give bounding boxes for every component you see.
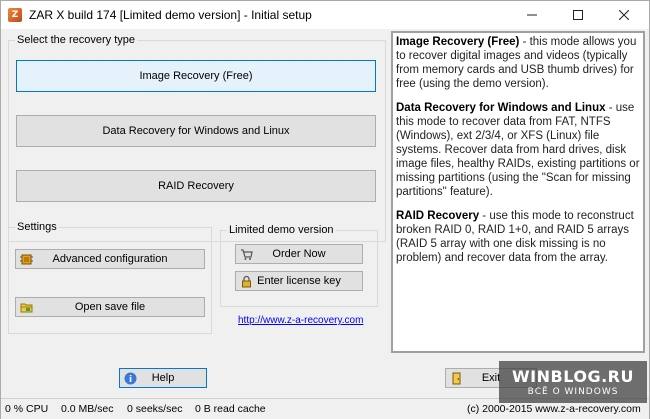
enter-license-key-button[interactable]: Enter license key <box>235 271 363 291</box>
minimize-button[interactable] <box>509 1 555 29</box>
help-icon: i <box>124 372 137 385</box>
left-panel: Select the recovery type Image Recovery … <box>8 34 386 354</box>
watermark-subtitle: ВСЁ О WINDOWS <box>527 387 619 397</box>
window-title: ZAR X build 174 [Limited demo version] -… <box>29 8 312 22</box>
image-recovery-description: Image Recovery (Free) - this mode allows… <box>396 35 640 91</box>
read-cache-status: 0 B read cache <box>195 403 266 415</box>
close-button[interactable] <box>601 1 647 29</box>
help-button[interactable]: i Help <box>119 368 207 388</box>
order-now-label: Order Now <box>272 248 326 260</box>
raid-recovery-button[interactable]: RAID Recovery <box>16 170 376 202</box>
cpu-status: 0 % CPU <box>5 403 49 415</box>
lock-icon <box>242 275 251 288</box>
maximize-button[interactable] <box>555 1 601 29</box>
minimize-icon <box>527 14 537 16</box>
chip-icon <box>20 254 33 265</box>
speed-status: 0.0 MB/sec <box>61 403 114 415</box>
maximize-icon <box>573 10 583 20</box>
close-icon <box>619 10 629 20</box>
settings-label: Settings <box>15 221 59 233</box>
image-recovery-desc-title: Image Recovery (Free) <box>396 36 520 48</box>
app-icon: Z <box>8 8 22 22</box>
open-save-file-button[interactable]: Open save file <box>15 297 205 317</box>
help-label: Help <box>151 372 175 384</box>
raid-recovery-description: RAID Recovery - use this mode to reconst… <box>396 209 640 265</box>
exit-label: Exit <box>481 372 501 384</box>
settings-group: Settings Advanced configuration Open sav… <box>8 221 212 334</box>
cart-icon <box>241 249 253 260</box>
image-recovery-button[interactable]: Image Recovery (Free) <box>16 60 376 92</box>
data-recovery-desc-body: - use this mode to recover data from FAT… <box>396 102 640 198</box>
open-save-file-label: Open save file <box>74 301 146 313</box>
copyright-text: (c) 2000-2015 www.z-a-recovery.com <box>467 403 641 415</box>
open-folder-icon <box>20 303 33 313</box>
advanced-configuration-label: Advanced configuration <box>52 253 168 265</box>
website-link[interactable]: http://www.z-a-recovery.com <box>238 315 363 326</box>
demo-version-group: Limited demo version Order Now Enter lic… <box>220 224 378 307</box>
data-recovery-desc-title: Data Recovery for Windows and Linux <box>396 102 606 114</box>
title-bar[interactable]: Z ZAR X build 174 [Limited demo version]… <box>1 1 649 29</box>
app-window: Z ZAR X build 174 [Limited demo version]… <box>0 0 650 419</box>
recovery-type-group: Select the recovery type Image Recovery … <box>8 34 386 242</box>
description-panel[interactable]: Image Recovery (Free) - this mode allows… <box>391 31 645 353</box>
demo-version-label: Limited demo version <box>227 224 336 236</box>
svg-text:i: i <box>129 375 132 385</box>
enter-license-key-label: Enter license key <box>257 275 341 287</box>
data-recovery-description: Data Recovery for Windows and Linux - us… <box>396 101 640 199</box>
recovery-type-label: Select the recovery type <box>15 34 138 46</box>
order-now-button[interactable]: Order Now <box>235 244 363 264</box>
advanced-configuration-button[interactable]: Advanced configuration <box>15 249 205 269</box>
data-recovery-button[interactable]: Data Recovery for Windows and Linux <box>16 115 376 147</box>
watermark-overlay: WINBLOG.RU ВСЁ О WINDOWS <box>499 361 647 403</box>
seeks-status: 0 seeks/sec <box>127 403 183 415</box>
exit-door-icon <box>452 372 461 385</box>
watermark-title: WINBLOG.RU <box>512 367 634 386</box>
raid-recovery-desc-title: RAID Recovery <box>396 210 480 222</box>
